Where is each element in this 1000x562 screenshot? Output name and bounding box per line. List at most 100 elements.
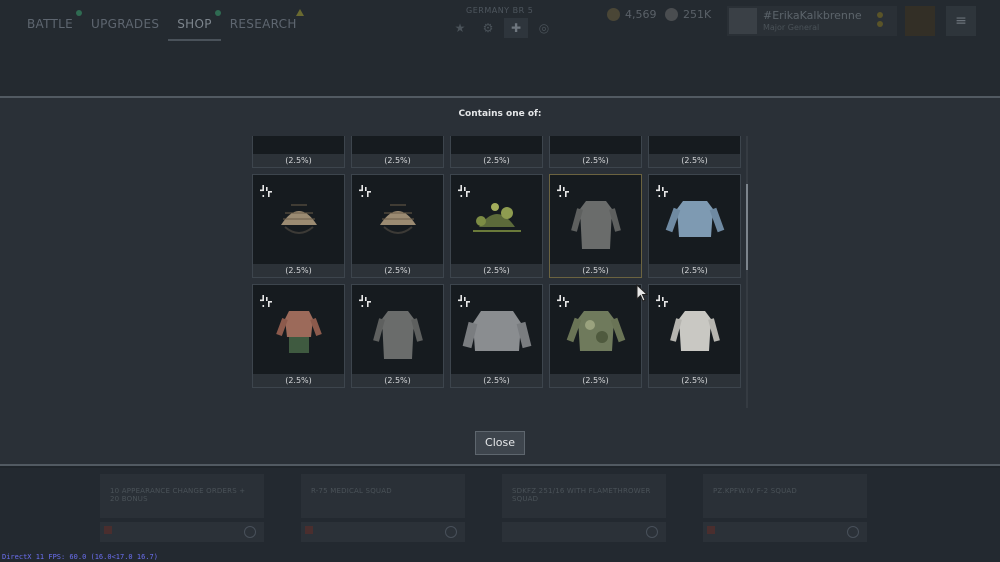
mouse-cursor-icon — [636, 284, 648, 302]
item-card[interactable]: (2.5%) — [252, 174, 345, 278]
item-chance: (2.5%) — [451, 154, 542, 167]
item-chance: (2.5%) — [649, 374, 740, 387]
balkenkreuz-icon — [359, 182, 371, 199]
gold-amount: 4,569 — [625, 8, 657, 21]
rank-badge-icon[interactable] — [905, 6, 935, 36]
balkenkreuz-icon — [260, 182, 272, 199]
balkenkreuz-icon — [458, 292, 470, 309]
offer-title: PZ.KPFW.IV F-2 SQUAD — [713, 487, 797, 495]
balkenkreuz-icon — [656, 292, 668, 309]
item-card[interactable]: (2.5%) — [549, 284, 642, 388]
item-thumbnail — [352, 136, 443, 155]
item-thumbnail — [550, 136, 641, 155]
nav-upgrades[interactable]: UPGRADES — [82, 15, 168, 41]
gold-counter[interactable]: 4,569 — [607, 8, 657, 21]
offer-preview[interactable] — [703, 522, 867, 542]
item-grid: (2.5%) (2.5%) (2.5%) (2.5%) (2.5%) (2.5%) (2.5… — [252, 136, 746, 388]
offer-card[interactable]: SDKFZ 251/16 WITH FLAMETHROWER SQUAD — [502, 474, 666, 518]
item-image — [253, 136, 344, 155]
offer-preview[interactable] — [301, 522, 465, 542]
nav-research-label: RESEARCH — [229, 17, 297, 31]
item-card[interactable]: (2.5%) — [450, 136, 543, 168]
item-chance: (2.5%) — [550, 264, 641, 277]
item-card[interactable]: (2.5%) — [549, 174, 642, 278]
flag-icon — [305, 526, 313, 534]
scrollbar-thumb[interactable] — [746, 184, 748, 270]
info-icon[interactable] — [244, 526, 256, 538]
item-grid-viewport[interactable]: (2.5%) (2.5%) (2.5%) (2.5%) (2.5%) (2.5%) (2.5… — [252, 136, 746, 408]
profile-panel[interactable]: #ErikaKalkbrenne Major General — [727, 6, 897, 36]
info-icon[interactable] — [847, 526, 859, 538]
balkenkreuz-icon — [656, 182, 668, 199]
profile-rank: Major General — [763, 23, 820, 32]
close-button[interactable]: Close — [475, 431, 525, 455]
item-chance: (2.5%) — [352, 154, 443, 167]
item-card[interactable]: (2.5%) — [450, 174, 543, 278]
flag-icon — [707, 526, 715, 534]
hamburger-menu-icon[interactable]: ≡ — [946, 6, 976, 36]
item-card[interactable]: (2.5%) — [450, 284, 543, 388]
medal-icon — [877, 12, 885, 30]
item-card[interactable]: (2.5%) — [351, 284, 444, 388]
silver-amount: 251K — [683, 8, 712, 21]
item-chance: (2.5%) — [649, 264, 740, 277]
item-chance: (2.5%) — [253, 374, 344, 387]
item-chance: (2.5%) — [253, 264, 344, 277]
main-nav: BATTLE UPGRADES SHOP RESEARCH — [18, 9, 306, 41]
offer-preview[interactable] — [502, 522, 666, 542]
item-chance: (2.5%) — [352, 264, 443, 277]
item-image — [352, 136, 443, 155]
balkenkreuz-icon — [260, 292, 272, 309]
item-chance: (2.5%) — [451, 264, 542, 277]
balkenkreuz-icon — [458, 182, 470, 199]
shop-offers: 10 APPEARANCE CHANGE ORDERS + 20 BONUS R… — [0, 468, 1000, 562]
item-thumbnail — [649, 136, 740, 155]
item-card[interactable]: (2.5%) — [351, 174, 444, 278]
item-image — [550, 136, 641, 155]
contents-modal: Contains one of: (2.5%) (2.5%) (2.5%) (2.5%… — [0, 96, 1000, 466]
offer-preview[interactable] — [100, 522, 264, 542]
item-chance: (2.5%) — [550, 374, 641, 387]
info-icon[interactable] — [445, 526, 457, 538]
nation-label: GERMANY BR 5 — [466, 6, 534, 15]
offer-card[interactable]: PZ.KPFW.IV F-2 SQUAD — [703, 474, 867, 518]
gear-icon[interactable]: ⚙ — [476, 18, 500, 38]
roundel-icon[interactable]: ◎ — [532, 18, 556, 38]
offer-title: SDKFZ 251/16 WITH FLAMETHROWER SQUAD — [512, 487, 651, 503]
item-card[interactable]: (2.5%) — [351, 136, 444, 168]
nation-selector: ★ ⚙ ✚ ◎ — [448, 18, 556, 38]
item-card[interactable]: (2.5%) — [252, 284, 345, 388]
modal-title: Contains one of: — [458, 109, 542, 119]
nav-battle[interactable]: BATTLE — [18, 10, 83, 41]
avatar — [729, 8, 757, 34]
item-thumbnail — [253, 136, 344, 155]
balkenkreuz-icon[interactable]: ✚ — [504, 18, 528, 38]
offer-title: 10 APPEARANCE CHANGE ORDERS + 20 BONUS — [110, 487, 246, 503]
item-card[interactable]: (2.5%) — [549, 136, 642, 168]
item-thumbnail — [451, 136, 542, 155]
nav-research-warning-icon — [295, 9, 304, 16]
silver-coin-icon — [665, 8, 678, 21]
item-card[interactable]: (2.5%) — [648, 174, 741, 278]
balkenkreuz-icon — [557, 182, 569, 199]
nav-research[interactable]: RESEARCH — [221, 9, 306, 41]
nav-battle-label: BATTLE — [27, 17, 74, 31]
offer-card[interactable]: R-75 MEDICAL SQUAD — [301, 474, 465, 518]
item-chance: (2.5%) — [352, 374, 443, 387]
fps-counter: DirectX 11 FPS: 60.0 (16.0<17.0 16.7) — [2, 553, 158, 561]
silver-counter[interactable]: 251K — [665, 8, 711, 21]
nav-shop[interactable]: SHOP — [168, 10, 221, 41]
offer-card[interactable]: 10 APPEARANCE CHANGE ORDERS + 20 BONUS — [100, 474, 264, 518]
item-card[interactable]: (2.5%) — [648, 136, 741, 168]
star-icon[interactable]: ★ — [448, 18, 472, 38]
balkenkreuz-icon — [557, 292, 569, 309]
scrollbar-track[interactable] — [746, 136, 748, 408]
info-icon[interactable] — [646, 526, 658, 538]
item-chance: (2.5%) — [550, 154, 641, 167]
gold-coin-icon — [607, 8, 620, 21]
item-card[interactable]: (2.5%) — [648, 284, 741, 388]
balkenkreuz-icon — [359, 292, 371, 309]
offer-title: R-75 MEDICAL SQUAD — [311, 487, 392, 495]
item-card[interactable]: (2.5%) — [252, 136, 345, 168]
item-image — [649, 136, 740, 155]
